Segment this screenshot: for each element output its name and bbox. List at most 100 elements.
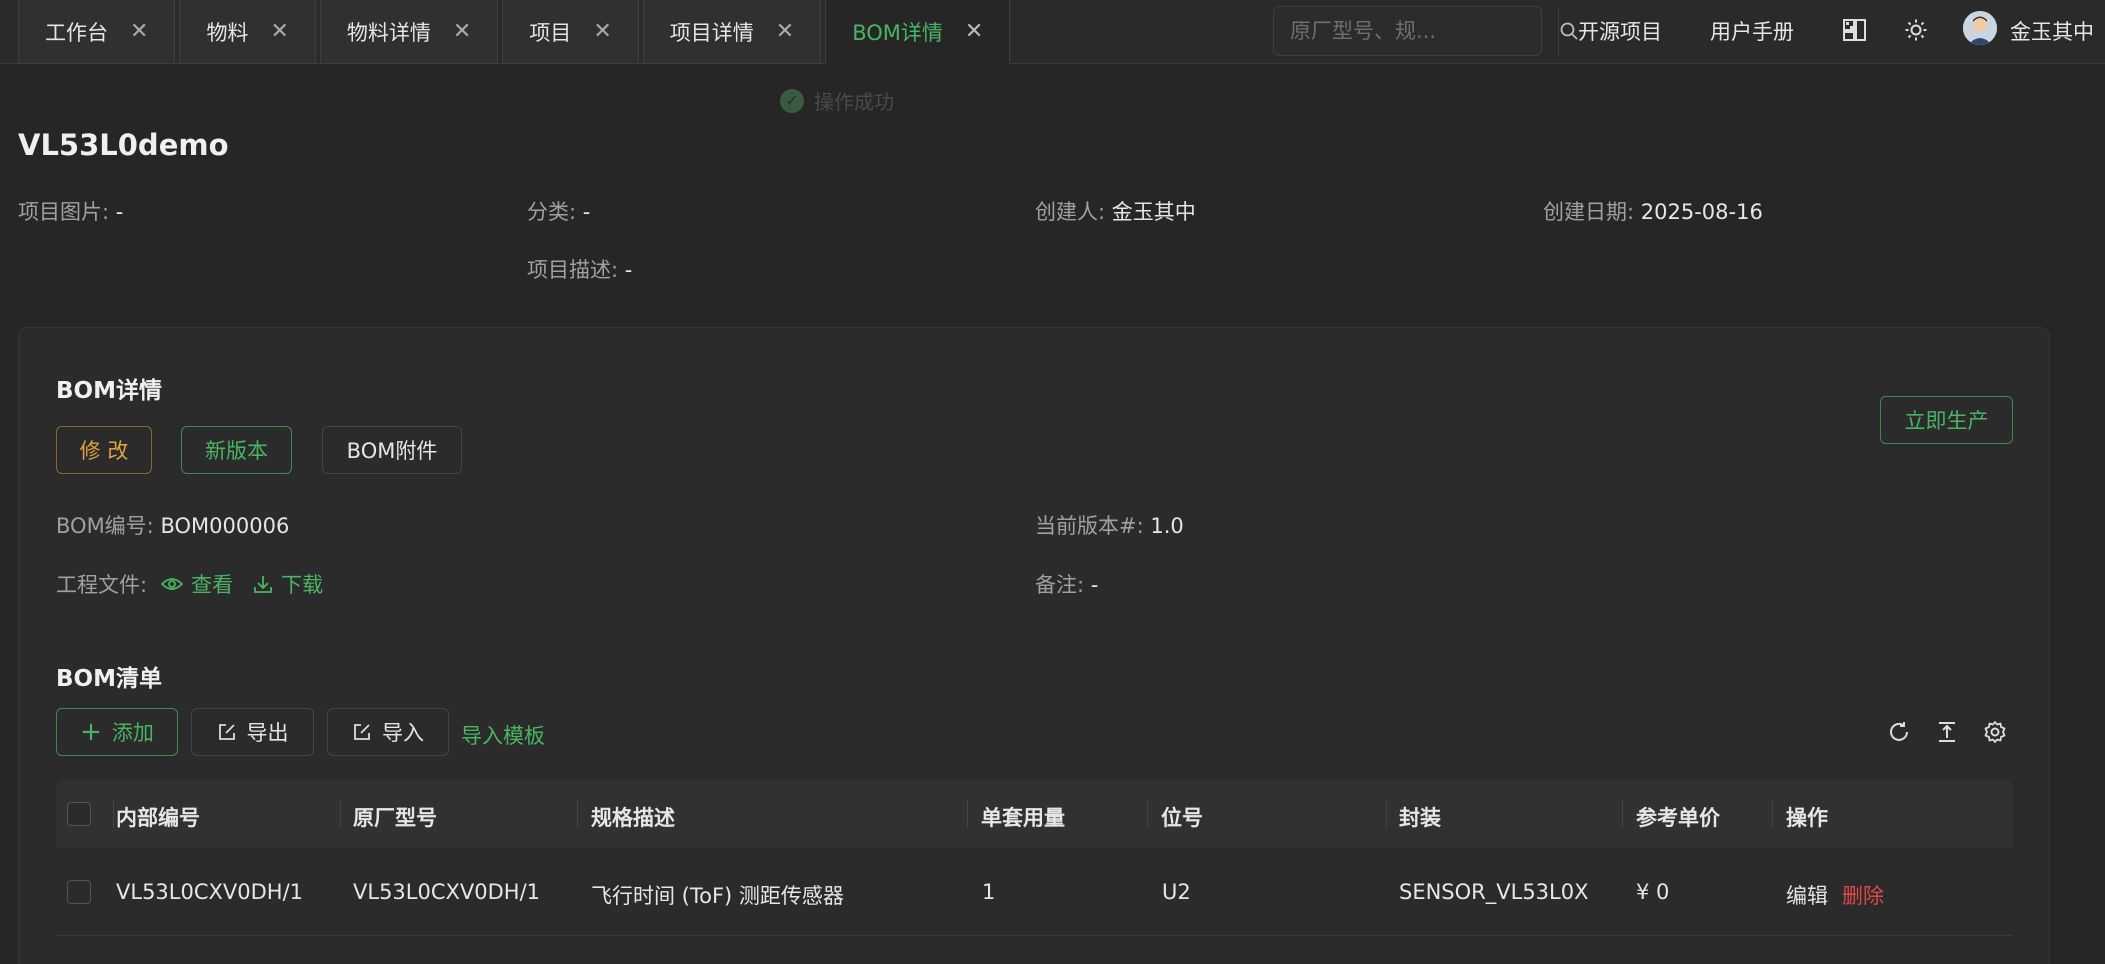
close-icon[interactable]: ✕ — [776, 19, 794, 44]
close-icon[interactable]: ✕ — [965, 19, 983, 44]
export-button[interactable]: 导出 — [191, 708, 314, 756]
select-all-checkbox[interactable] — [67, 802, 91, 826]
field-label: 项目描述: — [527, 258, 619, 282]
avatar[interactable] — [1963, 11, 1997, 45]
field-label: 创建人: — [1035, 200, 1106, 224]
produce-now-button[interactable]: 立即生产 — [1880, 396, 2013, 444]
row-edit-link[interactable]: 编辑 — [1786, 880, 1828, 910]
refresh-icon[interactable] — [1883, 716, 1915, 748]
close-icon[interactable]: ✕ — [270, 19, 288, 44]
tab-project[interactable]: 项目 ✕ — [502, 0, 639, 64]
view-label: 查看 — [191, 573, 234, 597]
column-divider — [340, 800, 341, 828]
import-button[interactable]: 导入 — [327, 708, 449, 756]
column-divider — [1772, 800, 1773, 828]
column-header: 位号 — [1161, 806, 1203, 830]
internal-code-link[interactable]: VL53L0CXV0DH/1 — [116, 880, 303, 904]
username[interactable]: 金玉其中 — [2010, 16, 2094, 46]
toast-text: 操作成功 — [814, 90, 894, 114]
column-divider — [1386, 800, 1387, 828]
tab-material-detail[interactable]: 物料详情 ✕ — [319, 0, 499, 64]
download-icon — [254, 576, 272, 593]
new-version-button[interactable]: 新版本 — [181, 426, 292, 474]
success-toast: ✓ 操作成功 — [780, 86, 894, 115]
top-bar: 工作台 ✕ 物料 ✕ 物料详情 ✕ 项目 ✕ 项目详情 ✕ BOM详情 ✕ 原厂… — [0, 0, 2105, 64]
eye-icon — [161, 578, 184, 590]
view-link[interactable]: 查看 — [161, 569, 233, 599]
ref-cell: U2 — [1162, 880, 1191, 904]
column-divider — [1147, 800, 1148, 828]
export-icon — [218, 724, 235, 740]
page-title: VL53L0demo — [18, 128, 229, 162]
field-label: 项目图片: — [18, 200, 110, 224]
project-image-field: 项目图片: - — [18, 196, 123, 226]
import-template-link[interactable]: 导入模板 — [461, 720, 545, 750]
field-value: - — [1090, 573, 1099, 597]
project-files-field: 工程文件: 查看 下载 — [56, 569, 323, 599]
field-value: 2025-08-16 — [1640, 200, 1763, 224]
field-label: 工程文件: — [56, 573, 148, 597]
gear-icon[interactable] — [1979, 716, 2011, 748]
column-divider — [1622, 800, 1623, 828]
column-header: 封装 — [1399, 806, 1441, 830]
column-divider — [967, 800, 968, 828]
search-button[interactable] — [1558, 7, 1579, 55]
tab-material[interactable]: 物料 ✕ — [179, 0, 316, 64]
bom-code-field: BOM编号: BOM000006 — [56, 510, 289, 540]
tab-workbench[interactable]: 工作台 ✕ — [18, 0, 176, 64]
column-divider — [577, 800, 578, 828]
current-version-field: 当前版本#: 1.0 — [1035, 510, 1184, 540]
package-cell: SENSOR_VL53L0X — [1399, 880, 1589, 904]
column-header: 规格描述 — [591, 806, 675, 830]
export-label: 导出 — [246, 721, 289, 745]
tab-label: 物料 — [206, 20, 249, 45]
add-button[interactable]: + 添加 — [56, 708, 178, 756]
field-label: 分类: — [527, 200, 577, 224]
plus-icon: + — [80, 717, 102, 747]
tab-label: 项目详情 — [669, 20, 754, 45]
price-cell: ¥ 0 — [1636, 880, 1670, 904]
table-header: 内部编号 原厂型号 规格描述 单套用量 位号 封装 参考单价 操作 — [56, 780, 2013, 848]
field-value: - — [582, 200, 591, 224]
row-checkbox[interactable] — [67, 880, 91, 904]
user-manual-link[interactable]: 用户手册 — [1710, 16, 1794, 46]
qty-cell: 1 — [982, 880, 996, 904]
field-value: 1.0 — [1150, 514, 1184, 538]
field-value: - — [115, 200, 124, 224]
column-header: 参考单价 — [1636, 806, 1720, 830]
creator-field: 创建人: 金玉其中 — [1035, 196, 1196, 226]
field-value: - — [624, 258, 633, 282]
close-icon[interactable]: ✕ — [130, 19, 148, 44]
field-value: BOM000006 — [160, 514, 290, 538]
bom-attachments-button[interactable]: BOM附件 — [322, 426, 462, 474]
row-delete-link[interactable]: 删除 — [1842, 880, 1884, 910]
edit-button[interactable]: 修 改 — [56, 426, 152, 474]
search-input[interactable] — [1274, 7, 1558, 55]
tab-label: 物料详情 — [346, 20, 431, 45]
layout-icon[interactable] — [1840, 15, 1870, 45]
description-field: 项目描述: - — [527, 254, 632, 284]
column-header: 原厂型号 — [353, 806, 437, 830]
sun-icon[interactable] — [1901, 15, 1931, 45]
close-icon[interactable]: ✕ — [593, 19, 611, 44]
column-header: 内部编号 — [116, 806, 200, 830]
column-height-icon[interactable] — [1931, 716, 1963, 748]
open-source-link[interactable]: 开源项目 — [1578, 16, 1662, 46]
mpn-cell: VL53L0CXV0DH/1 — [353, 880, 541, 904]
bom-list-title: BOM清单 — [56, 666, 162, 692]
download-link[interactable]: 下载 — [253, 569, 323, 599]
import-icon — [354, 724, 370, 740]
field-value: 金玉其中 — [1111, 200, 1196, 224]
column-header: 单套用量 — [981, 806, 1065, 830]
close-icon[interactable]: ✕ — [453, 19, 471, 44]
note-field: 备注: - — [1035, 569, 1098, 599]
import-label: 导入 — [382, 721, 424, 745]
field-label: 备注: — [1035, 573, 1085, 597]
tab-bar: 工作台 ✕ 物料 ✕ 物料详情 ✕ 项目 ✕ 项目详情 ✕ BOM详情 ✕ — [18, 0, 1014, 64]
tab-project-detail[interactable]: 项目详情 ✕ — [642, 0, 822, 64]
tab-label: BOM详情 — [852, 20, 943, 45]
category-field: 分类: - — [527, 196, 590, 226]
tab-bom-detail[interactable]: BOM详情 ✕ — [825, 0, 1011, 64]
add-label: 添加 — [111, 721, 154, 745]
tab-label: 项目 — [529, 20, 572, 45]
